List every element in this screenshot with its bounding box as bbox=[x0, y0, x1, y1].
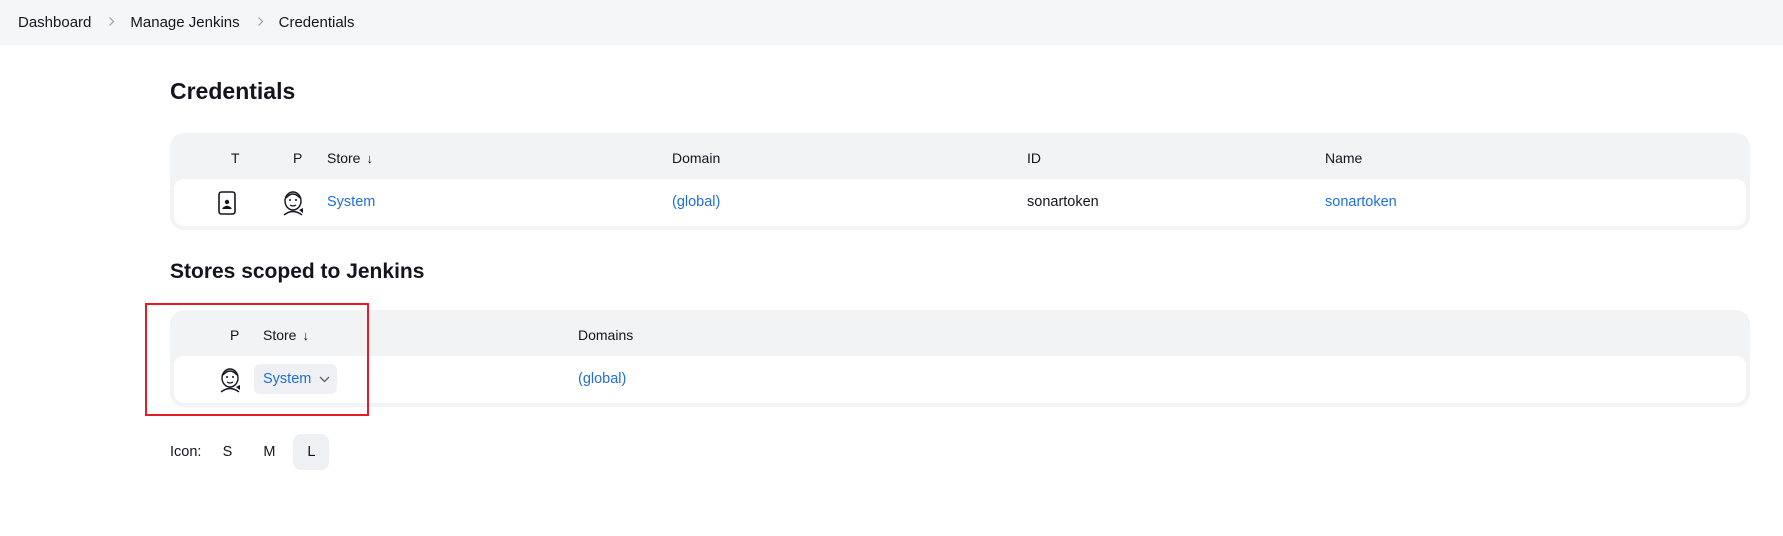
icon-size-small[interactable]: S bbox=[209, 434, 245, 470]
credential-domain-link[interactable]: (global) bbox=[672, 194, 720, 210]
store-system-label: System bbox=[263, 371, 312, 387]
column-header-provider: P bbox=[293, 150, 303, 166]
table-row: System (global) sonartoken sonartoken bbox=[174, 179, 1746, 226]
credential-store-link[interactable]: System bbox=[327, 194, 375, 210]
table-row: (global) bbox=[174, 356, 1746, 403]
chevron-down-icon bbox=[319, 371, 330, 387]
breadcrumb-manage-jenkins[interactable]: Manage Jenkins bbox=[130, 14, 239, 31]
icon-size-label: Icon: bbox=[170, 444, 202, 460]
domain-global-link[interactable]: (global) bbox=[578, 371, 626, 387]
breadcrumb-credentials[interactable]: Credentials bbox=[279, 14, 355, 31]
column-header-store[interactable]: Store ↓ bbox=[263, 327, 309, 343]
column-header-domains: Domains bbox=[578, 327, 634, 343]
column-header-type: T bbox=[231, 150, 240, 166]
icon-size-selector: Icon: S M L bbox=[170, 434, 335, 470]
column-header-id[interactable]: ID bbox=[1027, 150, 1041, 166]
icon-size-large[interactable]: L bbox=[293, 434, 330, 470]
mobile-token-icon bbox=[217, 191, 237, 220]
jenkins-butler-icon bbox=[281, 190, 305, 221]
column-header-store[interactable]: Store ↓ bbox=[327, 150, 373, 166]
column-header-name[interactable]: Name bbox=[1325, 150, 1362, 166]
sort-arrow-icon: ↓ bbox=[366, 151, 373, 166]
credential-id: sonartoken bbox=[1027, 194, 1099, 210]
stores-table: P Store ↓ Domains (global) bbox=[170, 310, 1750, 407]
section-title-stores: Stores scoped to Jenkins bbox=[170, 260, 425, 283]
sort-arrow-icon: ↓ bbox=[302, 328, 309, 343]
column-header-provider: P bbox=[230, 327, 240, 343]
chevron-right-icon bbox=[107, 17, 116, 26]
jenkins-butler-icon bbox=[218, 367, 242, 398]
store-system-dropdown[interactable]: System bbox=[254, 364, 337, 394]
icon-size-medium[interactable]: M bbox=[251, 434, 287, 470]
breadcrumb-dashboard[interactable]: Dashboard bbox=[18, 14, 91, 31]
page-title: Credentials bbox=[170, 78, 296, 104]
chevron-right-icon bbox=[256, 17, 265, 26]
breadcrumb: Dashboard Manage Jenkins Credentials bbox=[18, 14, 355, 31]
breadcrumb-bar: Dashboard Manage Jenkins Credentials bbox=[0, 0, 1783, 45]
credential-name-link[interactable]: sonartoken bbox=[1325, 194, 1397, 210]
credentials-table: T P Store ↓ Domain ID Name System (globa… bbox=[170, 133, 1750, 230]
column-header-domain[interactable]: Domain bbox=[672, 150, 720, 166]
